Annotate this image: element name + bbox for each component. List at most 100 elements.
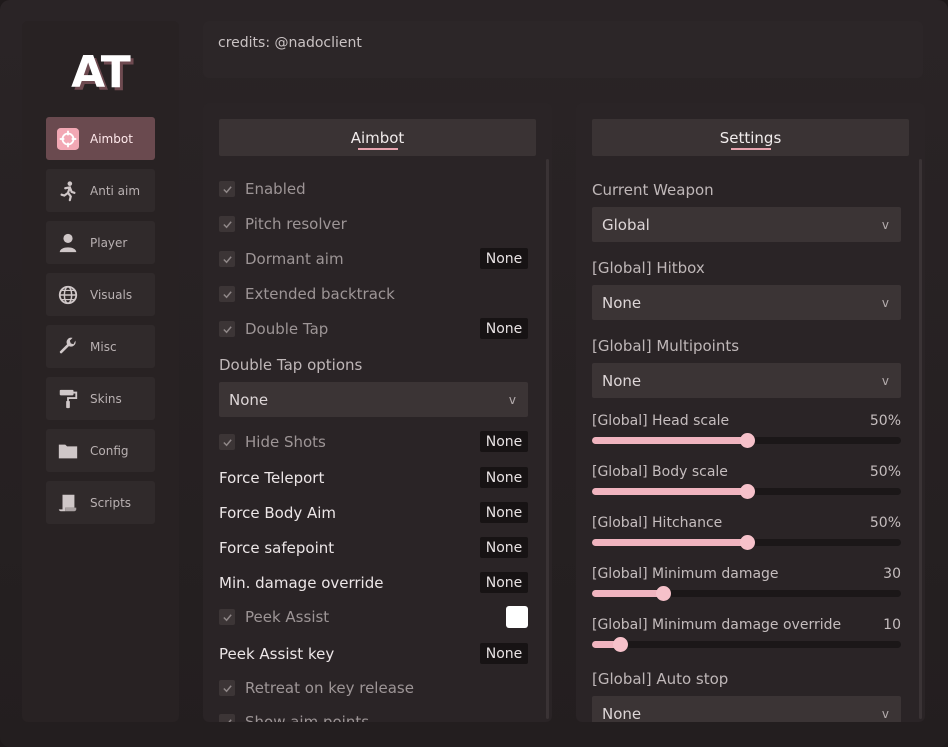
aimbot-panel: Aimbot Enabled Pitch resolver Dormant ai…: [203, 103, 552, 722]
body-scale-value: 50%: [869, 464, 901, 480]
sidebar-item-visuals[interactable]: Visuals: [46, 273, 155, 316]
peek-assist-key-row: Peek Assist key None: [219, 643, 528, 665]
auto-stop-dropdown[interactable]: None v: [592, 696, 901, 722]
double-tap-label: Double Tap: [245, 320, 329, 338]
slider-knob[interactable]: [739, 484, 755, 499]
body-scale-row: [Global] Body scale 50%: [592, 464, 901, 480]
dropdown-value: None: [602, 704, 642, 723]
min-damage-override-row: Min. damage override None: [219, 572, 528, 594]
body-scale-slider[interactable]: [592, 484, 901, 499]
current-weapon-dropdown[interactable]: Global v: [592, 207, 901, 242]
extended-backtrack-toggle[interactable]: Extended backtrack: [219, 283, 528, 305]
app-window: AT Aimbot Anti aim Player Visuals Misc S…: [0, 0, 948, 747]
peek-assist-toggle[interactable]: Peek Assist: [219, 606, 528, 628]
sidebar-item-label: Skins: [90, 391, 122, 406]
slider-fill: [592, 539, 747, 546]
hitchance-row: [Global] Hitchance 50%: [592, 515, 901, 531]
check-icon: [222, 684, 232, 692]
enabled-toggle[interactable]: Enabled: [219, 178, 528, 200]
sidebar-item-config[interactable]: Config: [46, 429, 155, 472]
checkbox[interactable]: [219, 251, 235, 267]
peek-assist-color-picker[interactable]: [506, 606, 528, 628]
peek-assist-label: Peek Assist: [245, 608, 330, 626]
sidebar-item-player[interactable]: Player: [46, 221, 155, 264]
check-icon: [222, 438, 232, 446]
aimbot-panel-title: Aimbot: [219, 119, 536, 156]
check-icon: [223, 718, 232, 722]
paint-roller-icon: [56, 387, 80, 411]
app-logo: AT: [71, 47, 131, 98]
dormant-aim-keybind[interactable]: None: [480, 248, 528, 269]
dropdown-value: Global: [602, 215, 650, 234]
min-damage-override-keybind[interactable]: None: [480, 572, 528, 593]
double-tap-keybind[interactable]: None: [480, 318, 528, 339]
chevron-down-icon: v: [881, 295, 889, 310]
checkbox[interactable]: [219, 286, 235, 302]
double-tap-options-dropdown[interactable]: None v: [219, 382, 528, 417]
retreat-toggle[interactable]: Retreat on key release: [219, 677, 528, 699]
min-damage-label: [Global] Minimum damage: [592, 566, 779, 582]
slider-knob[interactable]: [612, 637, 628, 652]
multipoints-label: [Global] Multipoints: [592, 337, 740, 355]
sidebar-item-scripts[interactable]: Scripts: [46, 481, 155, 524]
sidebar-item-misc[interactable]: Misc: [46, 325, 155, 368]
hide-shots-toggle[interactable]: Hide Shots None: [219, 431, 528, 453]
checkbox[interactable]: [219, 609, 235, 625]
pitch-resolver-label: Pitch resolver: [245, 215, 347, 233]
dormant-aim-toggle[interactable]: Dormant aim None: [219, 248, 528, 270]
peek-assist-keybind[interactable]: None: [480, 643, 528, 664]
force-teleport-keybind[interactable]: None: [480, 467, 528, 488]
show-aim-points-label: Show aim points: [245, 713, 370, 722]
check-icon: [222, 290, 232, 298]
checkbox[interactable]: [219, 181, 235, 197]
sidebar-item-skins[interactable]: Skins: [46, 377, 155, 420]
slider-knob[interactable]: [739, 535, 755, 550]
force-teleport-label: Force Teleport: [219, 469, 325, 487]
checkbox[interactable]: [219, 714, 235, 722]
hitchance-label: [Global] Hitchance: [592, 515, 723, 531]
sidebar-item-label: Config: [90, 443, 129, 458]
force-body-aim-keybind[interactable]: None: [480, 502, 528, 523]
sidebar: AT Aimbot Anti aim Player Visuals Misc S…: [22, 21, 179, 722]
multipoints-dropdown[interactable]: None v: [592, 363, 901, 398]
slider-knob[interactable]: [656, 586, 672, 601]
force-safepoint-keybind[interactable]: None: [480, 537, 528, 558]
check-icon: [222, 325, 232, 333]
hide-shots-label: Hide Shots: [245, 433, 326, 451]
checkbox[interactable]: [219, 321, 235, 337]
check-icon: [222, 185, 232, 193]
head-scale-label: [Global] Head scale: [592, 413, 730, 429]
min-damage-override-slider[interactable]: [592, 637, 901, 652]
checkbox[interactable]: [219, 216, 235, 232]
checkbox[interactable]: [219, 680, 235, 696]
sidebar-item-label: Visuals: [90, 287, 133, 302]
hide-shots-keybind[interactable]: None: [480, 431, 528, 452]
globe-icon: [56, 283, 80, 307]
pitch-resolver-toggle[interactable]: Pitch resolver: [219, 213, 528, 235]
aimbot-scrollbar[interactable]: [546, 159, 549, 719]
min-damage-value: 30: [883, 566, 901, 582]
wrench-icon: [56, 335, 80, 359]
chevron-down-icon: v: [881, 706, 889, 721]
slider-knob[interactable]: [739, 433, 755, 448]
credits-bar: credits: @nadoclient: [203, 21, 923, 78]
show-aim-points-toggle[interactable]: Show aim points: [219, 711, 528, 722]
crosshair-icon: [56, 127, 80, 151]
settings-scrollbar[interactable]: [919, 159, 922, 719]
head-scale-slider[interactable]: [592, 433, 901, 448]
dropdown-value: None: [229, 390, 269, 409]
sidebar-item-aimbot[interactable]: Aimbot: [46, 117, 155, 160]
double-tap-toggle[interactable]: Double Tap None: [219, 318, 528, 340]
hitchance-slider[interactable]: [592, 535, 901, 550]
slider-fill: [592, 488, 747, 495]
checkbox[interactable]: [219, 434, 235, 450]
chevron-down-icon: v: [508, 392, 516, 407]
hitbox-dropdown[interactable]: None v: [592, 285, 901, 320]
sidebar-item-anti-aim[interactable]: Anti aim: [46, 169, 155, 212]
check-icon: [222, 255, 232, 263]
check-icon: [222, 220, 232, 228]
dropdown-value: None: [602, 371, 642, 390]
min-damage-slider[interactable]: [592, 586, 901, 601]
min-damage-override-label: Min. damage override: [219, 574, 384, 592]
hitbox-label: [Global] Hitbox: [592, 259, 705, 277]
